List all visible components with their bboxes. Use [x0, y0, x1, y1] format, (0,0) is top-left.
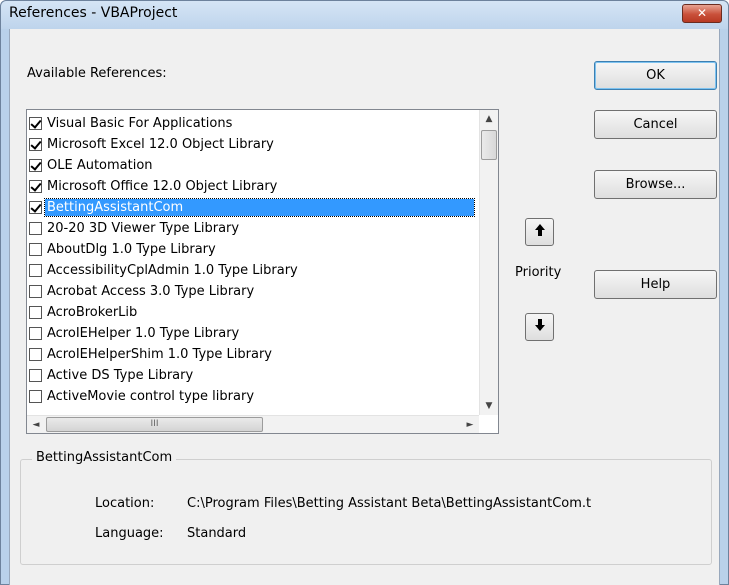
reference-list-item[interactable]: BettingAssistantCom — [29, 197, 475, 217]
reference-label: AcroBrokerLib — [47, 304, 138, 320]
scroll-right-icon[interactable]: ► — [461, 416, 479, 434]
reference-list-item[interactable]: OLE Automation — [29, 155, 474, 175]
reference-details-group — [20, 459, 712, 565]
title-bar[interactable]: References - VBAProject ✕ — [1, 1, 728, 29]
scroll-up-icon[interactable]: ▲ — [480, 110, 498, 128]
reference-label: 20-20 3D Viewer Type Library — [47, 220, 240, 236]
window-title: References - VBAProject — [9, 5, 178, 21]
reference-list-item[interactable]: AcroIEHelperShim 1.0 Type Library — [29, 344, 474, 364]
reference-checkbox[interactable] — [29, 158, 42, 172]
reference-label: AccessibilityCplAdmin 1.0 Type Library — [47, 262, 298, 278]
reference-label: Active DS Type Library — [47, 367, 194, 383]
reference-checkbox[interactable] — [29, 326, 42, 340]
language-value: Standard — [187, 526, 247, 541]
reference-list-item[interactable]: Microsoft Excel 12.0 Object Library — [29, 134, 474, 154]
language-label: Language: — [95, 526, 164, 541]
horizontal-scrollbar[interactable]: ◄ III ► — [27, 415, 479, 433]
reference-checkbox[interactable] — [29, 221, 42, 235]
reference-checkbox[interactable] — [29, 116, 42, 130]
priority-up-button[interactable] — [525, 218, 554, 246]
scroll-down-icon[interactable]: ▼ — [480, 397, 498, 415]
reference-checkbox[interactable] — [29, 389, 42, 403]
reference-list-item[interactable]: 20-20 3D Viewer Type Library — [29, 218, 474, 238]
reference-checkbox[interactable] — [29, 200, 42, 214]
arrow-up-icon — [534, 223, 546, 241]
reference-list-item[interactable]: Active DS Type Library — [29, 365, 474, 385]
reference-label: Microsoft Office 12.0 Object Library — [47, 178, 278, 194]
reference-label: OLE Automation — [47, 157, 153, 173]
reference-checkbox[interactable] — [29, 284, 42, 298]
reference-label: BettingAssistantCom — [44, 197, 475, 217]
reference-label: Microsoft Excel 12.0 Object Library — [47, 136, 274, 152]
reference-label: Visual Basic For Applications — [47, 115, 233, 131]
group-title: BettingAssistantCom — [32, 450, 177, 465]
reference-label: Acrobat Access 3.0 Type Library — [47, 283, 255, 299]
references-list: Visual Basic For Applications Microsoft E… — [27, 110, 479, 415]
arrow-down-icon — [534, 318, 546, 336]
cancel-button[interactable]: Cancel — [594, 110, 717, 139]
reference-list-item[interactable]: AcroBrokerLib — [29, 302, 474, 322]
reference-label: AboutDlg 1.0 Type Library — [47, 241, 216, 257]
reference-label: AcroIEHelperShim 1.0 Type Library — [47, 346, 273, 362]
reference-list-item[interactable]: Acrobat Access 3.0 Type Library — [29, 281, 474, 301]
reference-label: AcroIEHelper 1.0 Type Library — [47, 325, 240, 341]
reference-label: ActiveMovie control type library — [47, 388, 255, 404]
reference-checkbox[interactable] — [29, 305, 42, 319]
location-label: Location: — [95, 496, 155, 511]
priority-down-button[interactable] — [525, 313, 554, 341]
dialog-client-area: Available References: Visual Basic For A… — [9, 29, 720, 585]
vertical-scrollbar[interactable]: ▲ ▼ — [479, 110, 498, 415]
horizontal-scroll-thumb[interactable]: III — [46, 417, 263, 432]
reference-list-item[interactable]: ActiveMovie control type library — [29, 386, 474, 406]
vertical-scroll-thumb[interactable] — [481, 130, 497, 160]
reference-list-item[interactable]: AccessibilityCplAdmin 1.0 Type Library — [29, 260, 474, 280]
browse-button[interactable]: Browse... — [594, 170, 717, 199]
reference-checkbox[interactable] — [29, 347, 42, 361]
available-references-label: Available References: — [27, 66, 167, 81]
close-button[interactable]: ✕ — [682, 4, 722, 23]
reference-list-item[interactable]: Microsoft Office 12.0 Object Library — [29, 176, 474, 196]
reference-list-item[interactable]: AcroIEHelper 1.0 Type Library — [29, 323, 474, 343]
ok-button[interactable]: OK — [594, 61, 717, 90]
references-listbox[interactable]: Visual Basic For Applications Microsoft E… — [26, 109, 499, 434]
reference-checkbox[interactable] — [29, 368, 42, 382]
location-value: C:\Program Files\Betting Assistant Beta\… — [187, 496, 592, 511]
reference-checkbox[interactable] — [29, 242, 42, 256]
scroll-grip-icon: III — [150, 419, 159, 429]
reference-list-item[interactable]: AboutDlg 1.0 Type Library — [29, 239, 474, 259]
priority-label: Priority — [515, 265, 562, 280]
reference-list-item[interactable]: Visual Basic For Applications — [29, 113, 474, 133]
reference-checkbox[interactable] — [29, 179, 42, 193]
reference-checkbox[interactable] — [29, 137, 42, 151]
close-icon: ✕ — [696, 6, 708, 20]
scroll-left-icon[interactable]: ◄ — [27, 416, 45, 434]
reference-checkbox[interactable] — [29, 263, 42, 277]
help-button[interactable]: Help — [594, 270, 717, 299]
